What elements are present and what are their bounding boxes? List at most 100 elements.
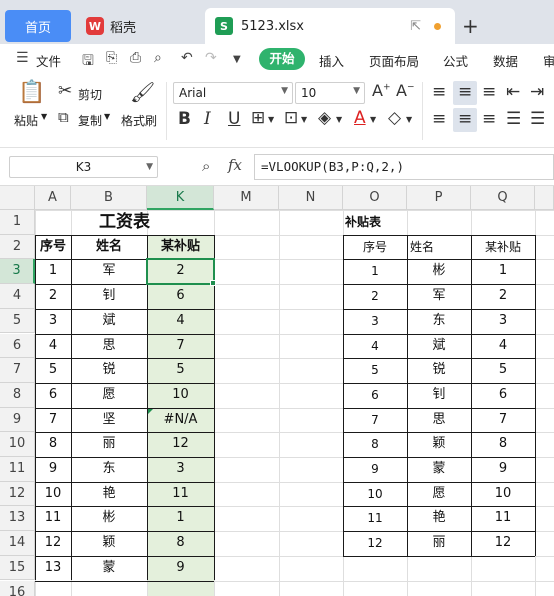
right-data-cell[interactable]: 2 [471, 284, 535, 309]
row-header-16[interactable]: 16 [0, 580, 35, 596]
right-data-cell[interactable]: 锐 [407, 358, 471, 383]
row-header-11[interactable]: 11 [0, 457, 35, 482]
clear-format-dropdown-icon[interactable]: ▼ [406, 116, 412, 124]
new-tab-plus-icon[interactable]: + [462, 14, 479, 38]
print-preview-icon[interactable]: ⌕ [154, 50, 162, 66]
right-data-cell[interactable]: 斌 [407, 334, 471, 359]
row-header-2[interactable]: 2 [0, 234, 35, 260]
row-header-5[interactable]: 5 [0, 308, 35, 334]
left-data-cell[interactable]: 11 [35, 506, 71, 531]
copy-dropdown-icon[interactable]: ▼ [104, 112, 110, 121]
zoom-search-icon[interactable]: ⌕ [202, 157, 210, 175]
right-data-cell[interactable]: 军 [407, 284, 471, 309]
error-indicator-icon[interactable] [148, 408, 153, 414]
border-icon[interactable]: ⊞ [251, 110, 265, 127]
subsidy-table-title[interactable]: 补贴表 [343, 210, 407, 235]
right-header-cell[interactable]: 序号 [343, 235, 407, 260]
tab-workbook[interactable]: S 5123.xlsx ⇱ [205, 8, 455, 44]
right-data-cell[interactable]: 6 [471, 383, 535, 408]
left-data-cell[interactable]: 思 [71, 334, 147, 359]
increase-font-icon[interactable]: A+ [372, 83, 391, 99]
right-data-cell[interactable]: 12 [343, 531, 407, 556]
right-data-cell[interactable]: 4 [343, 334, 407, 359]
cut-button[interactable]: 剪切 [78, 86, 102, 103]
right-data-cell[interactable]: 艳 [407, 506, 471, 531]
right-data-cell[interactable]: 3 [471, 309, 535, 334]
italic-icon[interactable]: I [204, 111, 211, 128]
right-data-cell[interactable]: 8 [471, 432, 535, 457]
right-header-cell[interactable]: 某补贴 [471, 235, 535, 260]
column-header-o[interactable]: O [343, 186, 407, 210]
tab-daoke[interactable]: W 稻壳 [78, 10, 198, 42]
right-data-cell[interactable]: 7 [343, 408, 407, 433]
column-header-q[interactable]: Q [471, 186, 535, 210]
formula-input[interactable]: =VLOOKUP(B3,P:Q,2,) [254, 154, 554, 180]
right-data-cell[interactable]: 7 [471, 408, 535, 433]
left-data-cell[interactable]: 军 [71, 259, 147, 284]
paste-button[interactable]: 粘贴 [14, 112, 38, 129]
indent-increase-icon[interactable]: ⇥ [530, 84, 544, 101]
subsidy-value-cell[interactable]: 6 [147, 284, 214, 309]
left-data-cell[interactable]: 5 [35, 358, 71, 383]
underline-icon[interactable]: U [228, 111, 240, 128]
right-data-cell[interactable]: 11 [343, 506, 407, 531]
subsidy-value-cell[interactable]: 7 [147, 334, 214, 359]
column-header-k[interactable]: K [147, 186, 214, 210]
paste-dropdown-icon[interactable]: ▼ [41, 112, 47, 121]
left-data-cell[interactable]: 12 [35, 531, 71, 556]
right-data-cell[interactable]: 5 [343, 358, 407, 383]
row-header-1[interactable]: 1 [0, 210, 35, 235]
right-data-cell[interactable]: 6 [343, 383, 407, 408]
right-data-cell[interactable]: 丽 [407, 531, 471, 556]
right-data-cell[interactable]: 9 [471, 457, 535, 482]
row-header-12[interactable]: 12 [0, 481, 35, 507]
subsidy-value-cell[interactable]: 10 [147, 383, 214, 408]
pin-icon[interactable]: ⇱ [410, 19, 421, 34]
export-icon[interactable]: ⎘ [106, 50, 117, 66]
distributed-align-icon[interactable]: ☰ [530, 111, 545, 128]
name-box[interactable]: K3 ▼ [9, 156, 158, 178]
ribbon-tab-formulas[interactable]: 公式 [443, 51, 468, 70]
right-header-cell[interactable]: 姓名 [407, 235, 471, 260]
left-data-cell[interactable]: 8 [35, 432, 71, 457]
column-header-m[interactable]: M [214, 186, 279, 210]
function-icon[interactable]: fx [228, 156, 242, 174]
left-data-cell[interactable]: 10 [35, 482, 71, 507]
row-header-8[interactable]: 8 [0, 382, 35, 408]
font-color-dropdown-icon[interactable]: ▼ [370, 116, 376, 124]
right-data-cell[interactable]: 颖 [407, 432, 471, 457]
left-data-cell[interactable]: 2 [35, 284, 71, 309]
right-data-cell[interactable]: 12 [471, 531, 535, 556]
left-data-cell[interactable]: 愿 [71, 383, 147, 408]
row-header-9[interactable]: 9 [0, 407, 35, 433]
hamburger-menu-icon[interactable]: ☰ [16, 50, 29, 66]
copy-button[interactable]: 复制 [78, 112, 102, 129]
subsidy-value-cell[interactable]: 9 [147, 556, 214, 581]
subsidy-value-cell[interactable]: 4 [147, 309, 214, 334]
paste-icon[interactable]: 📋 [18, 82, 45, 104]
left-data-cell[interactable]: 7 [35, 408, 71, 433]
left-data-cell[interactable]: 颖 [71, 531, 147, 556]
format-brush-button[interactable]: 格式刷 [121, 112, 157, 129]
right-data-cell[interactable]: 东 [407, 309, 471, 334]
row-header-14[interactable]: 14 [0, 531, 35, 556]
select-all-corner[interactable] [0, 186, 35, 210]
left-data-cell[interactable]: 13 [35, 556, 71, 581]
decrease-font-icon[interactable]: A− [396, 83, 415, 99]
left-data-cell[interactable]: 斌 [71, 309, 147, 334]
right-data-cell[interactable]: 10 [343, 482, 407, 507]
subsidy-value-cell[interactable]: 8 [147, 531, 214, 556]
fill-color-dropdown-icon[interactable]: ▼ [336, 116, 342, 124]
right-data-cell[interactable]: 钊 [407, 383, 471, 408]
left-data-cell[interactable]: 东 [71, 457, 147, 482]
right-data-cell[interactable]: 10 [471, 482, 535, 507]
quick-access-dropdown-icon[interactable]: ▼ [233, 54, 241, 65]
font-size-select[interactable]: 10 ▼ [295, 82, 365, 104]
right-data-cell[interactable]: 思 [407, 408, 471, 433]
subsidy-value-cell[interactable]: 12 [147, 432, 214, 457]
subsidy-value-cell[interactable]: 3 [147, 457, 214, 482]
print-icon[interactable]: ⎙ [130, 50, 141, 66]
justify-icon[interactable]: ☰ [506, 111, 521, 128]
subsidy-value-cell[interactable]: 11 [147, 482, 214, 507]
column-header-n[interactable]: N [279, 186, 343, 210]
